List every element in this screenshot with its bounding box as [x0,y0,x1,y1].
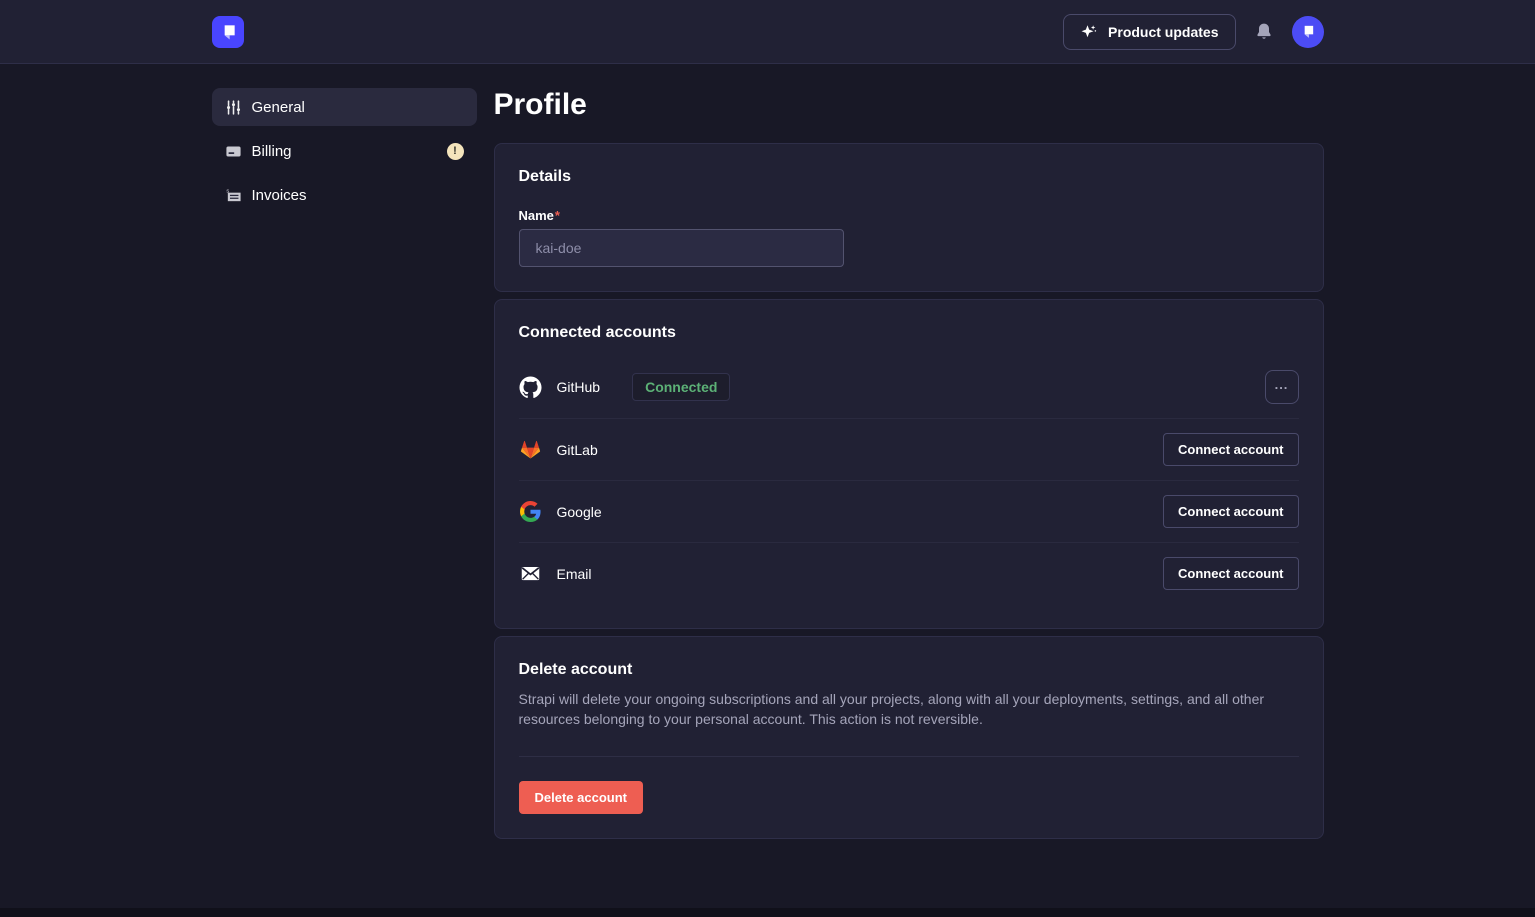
user-avatar[interactable] [1292,16,1324,48]
product-updates-button[interactable]: Product updates [1063,14,1235,50]
account-row-google: Google Connect account [519,480,1299,542]
page-title: Profile [494,86,1324,124]
delete-account-button[interactable]: Delete account [519,781,643,814]
gitlab-icon [519,438,543,462]
account-row-gitlab: GitLab Connect account [519,418,1299,480]
app-header: Product updates [0,0,1535,64]
email-icon [519,562,543,586]
divider [519,756,1299,757]
bottom-edge [0,908,1535,917]
google-icon [519,500,543,524]
name-input[interactable] [519,229,844,267]
connected-status-badge: Connected [632,373,730,401]
sidebar-item-general[interactable]: General [212,88,477,126]
strapi-logo-icon [218,22,238,42]
product-updates-label: Product updates [1108,24,1218,40]
sidebar-item-invoices[interactable]: s Invoices [212,176,477,214]
main-content: Profile Details Name* Connected accounts… [494,88,1324,839]
connected-accounts-card: Connected accounts GitHub Connected ... [494,299,1324,629]
sidebar-item-label: General [252,99,464,116]
svg-text:s: s [226,188,229,194]
required-asterisk: * [555,208,560,223]
billing-warning-badge: ! [447,143,464,160]
details-title: Details [519,168,1299,186]
email-connect-button[interactable]: Connect account [1163,557,1298,590]
connected-accounts-title: Connected accounts [519,324,1299,342]
account-row-github: GitHub Connected ... [519,356,1299,418]
delete-account-card: Delete account Strapi will delete your o… [494,636,1324,839]
credit-card-icon [225,143,242,160]
account-provider-name: GitHub [557,379,601,395]
account-provider-name: Google [557,504,602,520]
account-provider-name: GitLab [557,442,598,458]
name-field-label: Name* [519,208,1299,223]
avatar-strapi-icon [1299,23,1316,40]
strapi-logo[interactable] [212,16,244,48]
delete-account-description: Strapi will delete your ongoing subscrip… [519,689,1299,729]
sidebar-item-label: Invoices [252,187,464,204]
sidebar-item-label: Billing [252,143,437,160]
invoice-icon: s [225,187,242,204]
sliders-icon [225,99,242,116]
gitlab-connect-button[interactable]: Connect account [1163,433,1298,466]
account-provider-name: Email [557,566,592,582]
delete-account-title: Delete account [519,661,1299,679]
github-more-button[interactable]: ... [1265,370,1299,404]
account-row-email: Email Connect account [519,542,1299,604]
sidebar-item-billing[interactable]: Billing ! [212,132,477,170]
github-icon [519,375,543,399]
sparkle-icon [1080,23,1098,41]
notifications-bell-icon[interactable] [1254,21,1274,43]
google-connect-button[interactable]: Connect account [1163,495,1298,528]
details-card: Details Name* [494,143,1324,292]
settings-sidebar: General Billing ! s Invoices [212,88,477,220]
